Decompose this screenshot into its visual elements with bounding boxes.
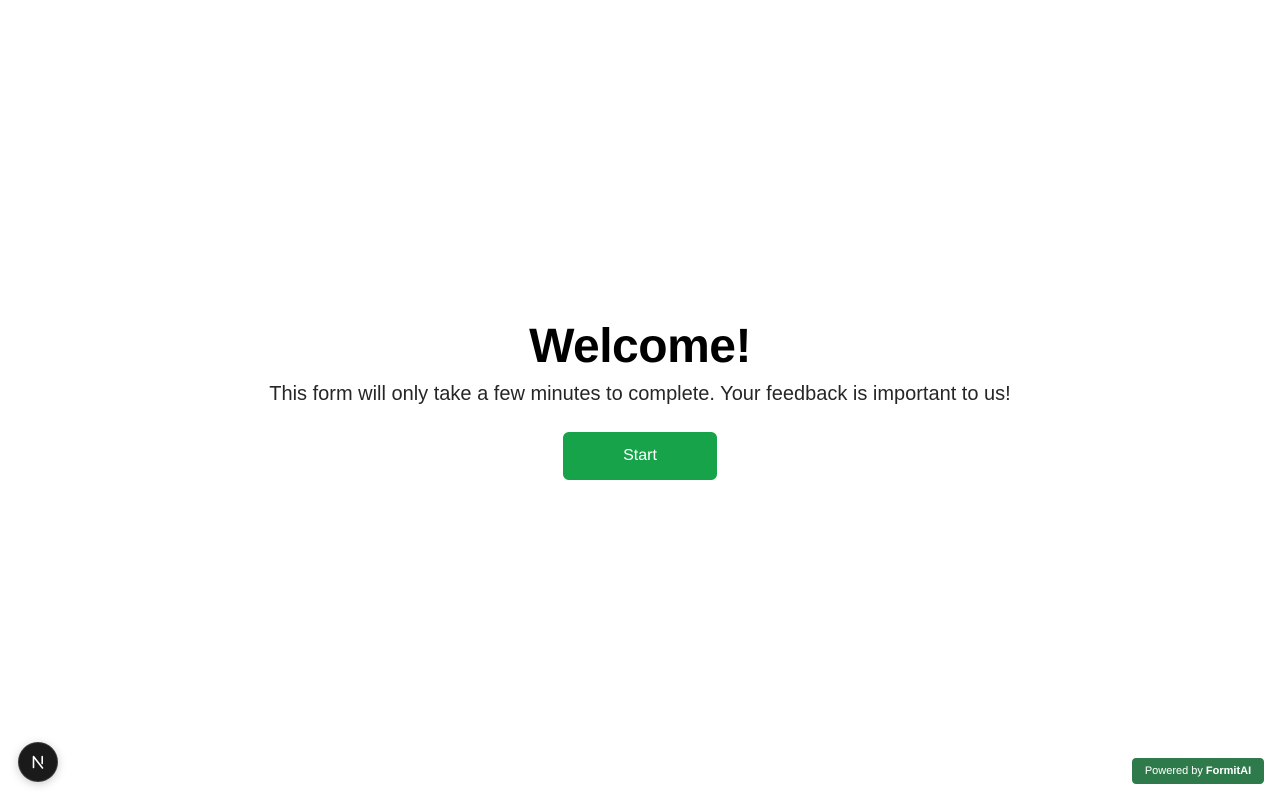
powered-by-label: Powered by — [1144, 765, 1203, 777]
start-button[interactable]: Start — [563, 432, 717, 480]
welcome-subtitle: This form will only take a few minutes t… — [269, 383, 1011, 405]
welcome-title: Welcome! — [529, 320, 751, 373]
powered-by-brand: FormitAI — [1205, 765, 1252, 777]
powered-by-badge[interactable]: Powered by FormitAI — [1132, 758, 1264, 784]
nextjs-n-icon — [32, 755, 44, 769]
welcome-section: Welcome! This form will only take a few … — [0, 316, 1280, 480]
nextjs-dev-badge[interactable] — [19, 743, 57, 781]
page: Welcome! This form will only take a few … — [0, 0, 1280, 800]
